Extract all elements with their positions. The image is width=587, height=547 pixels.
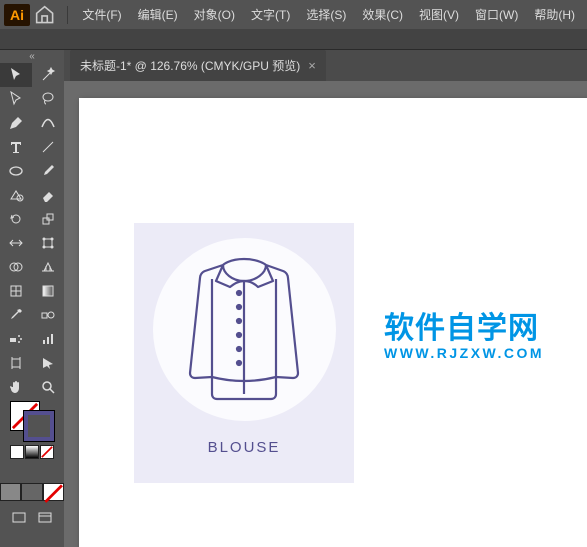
artwork-card: BLOUSE [134,223,354,483]
draw-inside-icon[interactable] [43,483,64,501]
change-screen-icon[interactable] [37,510,53,526]
mini-swatches [10,445,54,459]
graph-tool-icon[interactable] [32,327,64,351]
watermark-url: WWW.RJZXW.COM [384,345,544,361]
blend-tool-icon[interactable] [32,303,64,327]
control-bar [0,29,587,50]
draw-mode-row [0,483,64,501]
draw-normal-icon[interactable] [0,483,21,501]
perspective-grid-tool-icon[interactable] [32,255,64,279]
stroke-swatch[interactable] [24,411,54,441]
zoom-tool-icon[interactable] [32,375,64,399]
rotate-tool-icon[interactable] [0,207,32,231]
panel-collapse-icon[interactable]: « [0,50,64,63]
document-area: 未标题-1* @ 126.76% (CMYK/GPU 预览) × [64,50,587,547]
screen-mode-row [0,505,64,531]
screen-mode-icon[interactable] [11,510,27,526]
document-tab[interactable]: 未标题-1* @ 126.76% (CMYK/GPU 预览) × [70,50,326,81]
draw-behind-icon[interactable] [21,483,42,501]
direct-selection-tool-icon[interactable] [0,87,32,111]
curvature-tool-icon[interactable] [32,111,64,135]
watermark: 软件自学网 WWW.RJZXW.COM [384,303,544,361]
gradient-tool-icon[interactable] [32,279,64,303]
blouse-icon [177,257,312,402]
menu-items: 文件(F) 编辑(E) 对象(O) 文字(T) 选择(S) 效果(C) 视图(V… [74,2,583,27]
ellipse-tool-icon[interactable] [0,159,32,183]
artwork-label: BLOUSE [208,439,281,456]
fill-stroke-area [0,399,64,479]
shape-builder-tool-icon[interactable] [0,255,32,279]
app-badge: Ai [4,4,30,26]
app-window: Ai 文件(F) 编辑(E) 对象(O) 文字(T) 选择(S) 效果(C) 视… [0,0,587,547]
tab-bar: 未标题-1* @ 126.76% (CMYK/GPU 预览) × [64,50,587,81]
menu-edit[interactable]: 编辑(E) [130,2,186,27]
watermark-title: 软件自学网 [384,303,544,347]
home-icon[interactable] [34,4,55,26]
close-icon[interactable]: × [308,58,316,73]
eraser-tool-icon[interactable] [32,183,64,207]
menu-file[interactable]: 文件(F) [74,2,129,27]
scale-tool-icon[interactable] [32,207,64,231]
canvas-viewport[interactable]: BLOUSE 软件自学网 WWW.RJZXW.COM [64,81,587,547]
tools-panel: « [0,50,64,547]
artboard[interactable]: BLOUSE 软件自学网 WWW.RJZXW.COM [79,98,587,547]
none-mode-icon[interactable] [40,445,54,459]
pen-tool-icon[interactable] [0,111,32,135]
shaper-tool-icon[interactable] [0,183,32,207]
brush-tool-icon[interactable] [32,159,64,183]
color-mode-icon[interactable] [10,445,24,459]
hand-tool-icon[interactable] [0,375,32,399]
tab-title: 未标题-1* @ 126.76% (CMYK/GPU 预览) [80,57,300,74]
line-tool-icon[interactable] [32,135,64,159]
divider [67,6,68,24]
menu-object[interactable]: 对象(O) [186,2,243,27]
menu-help[interactable]: 帮助(H) [526,2,583,27]
width-tool-icon[interactable] [0,231,32,255]
selection-tool-icon[interactable] [0,63,32,87]
toolbox [0,63,64,399]
menu-window[interactable]: 窗口(W) [467,2,526,27]
artboard-tool-icon[interactable] [0,351,32,375]
slice-tool-icon[interactable] [32,351,64,375]
free-transform-tool-icon[interactable] [32,231,64,255]
magic-wand-tool-icon[interactable] [32,63,64,87]
artwork-circle [153,238,336,421]
eyedropper-tool-icon[interactable] [0,303,32,327]
symbol-sprayer-tool-icon[interactable] [0,327,32,351]
type-tool-icon[interactable] [0,135,32,159]
menu-effect[interactable]: 效果(C) [354,2,411,27]
menu-text[interactable]: 文字(T) [243,2,298,27]
menu-select[interactable]: 选择(S) [298,2,354,27]
mesh-tool-icon[interactable] [0,279,32,303]
lasso-tool-icon[interactable] [32,87,64,111]
gradient-mode-icon[interactable] [25,445,39,459]
menu-view[interactable]: 视图(V) [411,2,467,27]
menubar: Ai 文件(F) 编辑(E) 对象(O) 文字(T) 选择(S) 效果(C) 视… [0,0,587,29]
body: « [0,50,587,547]
